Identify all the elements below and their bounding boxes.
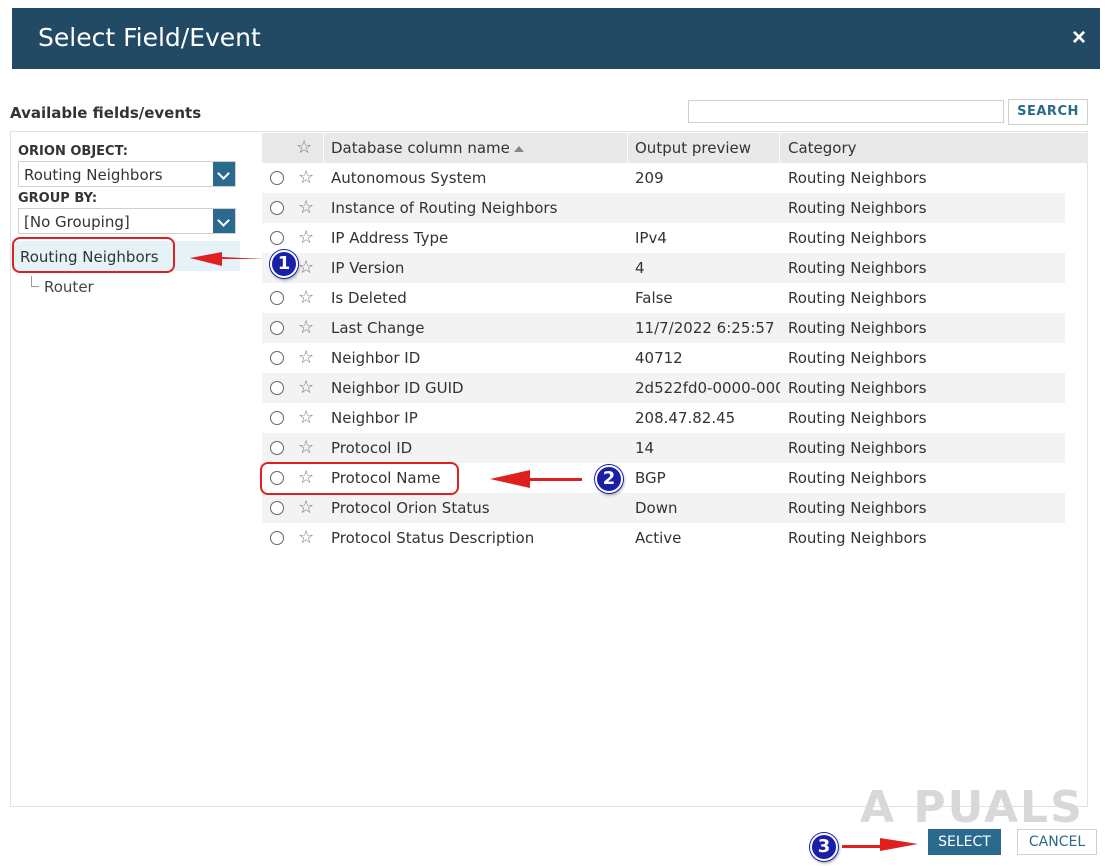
arrow-3 [842,838,918,851]
select-button[interactable]: SELECT [928,829,1001,855]
watermark-logo: A PUALS [860,782,1084,833]
arrow-1-head [190,252,264,264]
step-badge-2: 2 [595,465,623,493]
arrow-2 [490,470,582,488]
step-badge-3: 3 [810,833,838,861]
cancel-button[interactable]: CANCEL [1017,829,1097,855]
step-badge-1: 1 [270,250,298,278]
annotation-arrows [190,252,918,851]
